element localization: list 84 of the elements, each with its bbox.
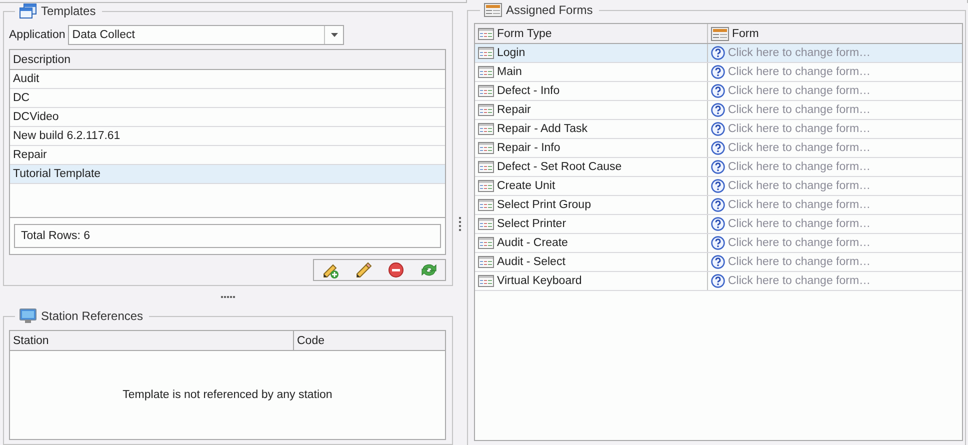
table-row[interactable]: Audit - Select Click here to change form… (475, 253, 962, 272)
table-cell-text: New build 6.2.117.61 (12, 129, 122, 144)
field-label: Application (9, 29, 66, 41)
table-cell-text: DCVideo (12, 110, 60, 125)
help-icon (711, 46, 725, 60)
table-icon (478, 123, 494, 135)
table-cell-text: Tutorial Template (12, 167, 102, 182)
table-icon (478, 28, 494, 40)
group-title: Templates (41, 4, 96, 18)
header-label: Form (732, 28, 759, 40)
help-icon (711, 217, 725, 231)
table-cell-text: Repair (12, 148, 48, 163)
caret-icon (330, 33, 338, 37)
group-title: Station References (41, 309, 144, 323)
help-icon (711, 236, 725, 250)
help-icon (711, 103, 725, 117)
table-cell-text: DC (12, 91, 31, 106)
form-type-text: Virtual Keyboard (497, 275, 582, 287)
help-icon (711, 65, 725, 79)
table-icon (478, 161, 494, 173)
table-icon (478, 275, 494, 287)
delete-button[interactable] (386, 260, 406, 280)
application-dropdown[interactable]: Data Collect (68, 25, 344, 45)
table-row[interactable]: Select Printer Click here to change form… (475, 215, 962, 234)
table-row[interactable]: Main Click here to change form… (475, 63, 962, 82)
form-icon (484, 3, 502, 17)
form-type-text: Audit - Select (497, 256, 566, 268)
help-icon (711, 179, 725, 193)
table-row[interactable]: Audit (10, 70, 445, 89)
header-label: Form Type (497, 28, 552, 40)
form-icon (711, 26, 729, 40)
table-row[interactable]: Repair - Info Click here to change form… (475, 139, 962, 158)
form-type-text: Repair - Info (497, 142, 560, 154)
row-count: Total Rows: 6 (14, 224, 441, 248)
column-header[interactable]: Description (10, 50, 445, 69)
column-header[interactable]: Code (294, 331, 445, 350)
table-icon (478, 237, 494, 249)
table-cell-text: Audit (12, 72, 40, 87)
column-header[interactable]: Form Type (475, 24, 708, 43)
table-icon (478, 47, 494, 59)
form-type-text: Repair (497, 104, 531, 116)
table-icon (478, 218, 494, 230)
group-title: Assigned Forms (506, 3, 593, 17)
table-row[interactable]: Virtual Keyboard Click here to change form… (475, 272, 962, 291)
table-row[interactable]: Select Print Group Click here to change form… (475, 196, 962, 215)
help-icon (711, 84, 725, 98)
table-row[interactable]: New build 6.2.117.61 (10, 127, 445, 146)
form-type-text: Select Printer (497, 218, 566, 230)
help-icon (711, 255, 725, 269)
table-icon (478, 180, 494, 192)
form-type-text: Select Print Group (497, 199, 591, 211)
empty-message: Template is not referenced by any station (122, 389, 332, 401)
help-icon (711, 122, 725, 136)
table-row[interactable]: Repair - Add Task Click here to change form… (475, 120, 962, 139)
form-type-text: Create Unit (497, 180, 556, 192)
table-row[interactable]: Repair Click here to change form… (475, 101, 962, 120)
column-header[interactable]: Form (708, 24, 962, 43)
table-row[interactable]: Login Click here to change form… (475, 44, 962, 63)
form-type-text: Defect - Info (497, 85, 560, 97)
help-icon (711, 141, 725, 155)
form-type-text: Defect - Set Root Cause (497, 161, 622, 173)
table-icon (478, 256, 494, 268)
form-type-text: Login (497, 47, 526, 59)
table-icon (478, 104, 494, 116)
table-row[interactable]: Defect - Set Root Cause Click here to change form… (475, 158, 962, 177)
table-row[interactable]: Create Unit Click here to change form… (475, 177, 962, 196)
help-icon (711, 274, 725, 288)
table-icon (478, 142, 494, 154)
table-icon (478, 66, 494, 78)
monitor-icon (19, 308, 37, 324)
help-icon (711, 198, 725, 212)
table-icon (478, 199, 494, 211)
table-icon (478, 85, 494, 97)
column-header[interactable]: Station (10, 331, 294, 350)
table-row[interactable]: Audit - Create Click here to change form… (475, 234, 962, 253)
table-row[interactable]: Defect - Info Click here to change form… (475, 82, 962, 101)
table-row[interactable]: DC (10, 89, 445, 108)
form-type-text: Audit - Create (497, 237, 568, 249)
help-icon (711, 160, 725, 174)
windows-icon (19, 3, 37, 19)
form-type-text: Repair - Add Task (497, 123, 588, 135)
table-row[interactable]: DCVideo (10, 108, 445, 127)
form-type-text: Main (497, 66, 522, 78)
table-row[interactable]: Tutorial Template (10, 165, 445, 184)
